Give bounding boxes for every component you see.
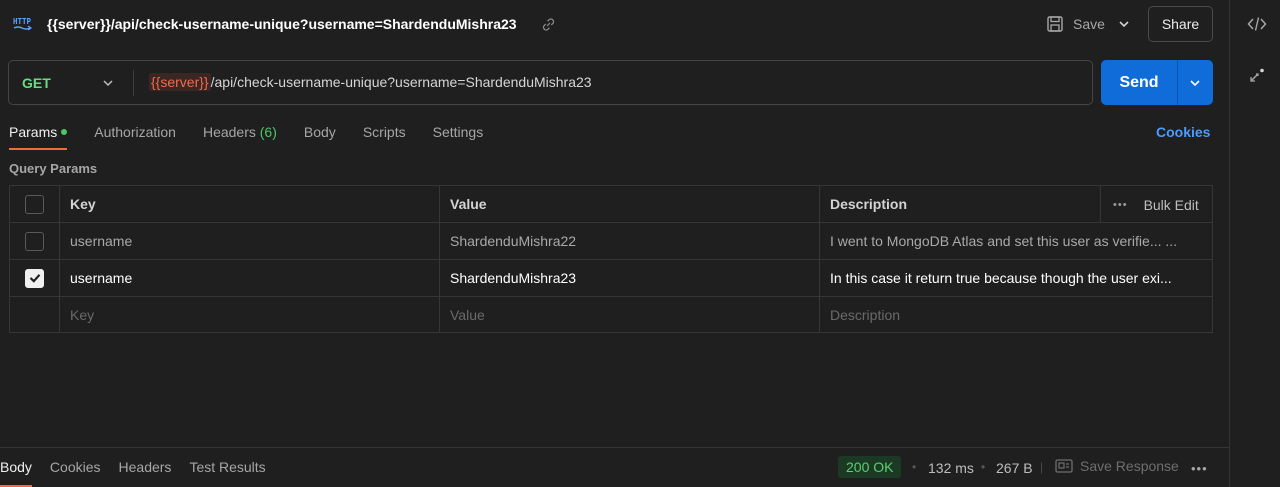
- tab-headers[interactable]: Headers (6): [203, 124, 277, 150]
- tab-authorization[interactable]: Authorization: [94, 124, 176, 150]
- row-checkbox[interactable]: [25, 231, 44, 251]
- select-all-checkbox[interactable]: [25, 194, 44, 214]
- table-row-empty: Key Value Description: [10, 297, 1212, 332]
- active-dot: [61, 129, 68, 135]
- save-button[interactable]: Save: [1046, 14, 1105, 34]
- table-row: username ShardenduMishra23 In this case …: [10, 260, 1212, 297]
- table-row: username ShardenduMishra22 I went to Mon…: [10, 223, 1212, 260]
- separator: •: [912, 460, 917, 474]
- divider: [133, 70, 134, 96]
- chevron-down-icon[interactable]: [1188, 76, 1202, 90]
- column-value: Value: [440, 186, 820, 222]
- save-response-button[interactable]: Save Response: [1055, 458, 1179, 474]
- url-bar: GET {{server}} /api/check-username-uniqu…: [8, 60, 1093, 105]
- response-tab-cookies[interactable]: Cookies: [50, 459, 101, 487]
- response-size[interactable]: 267 B: [996, 460, 1033, 476]
- chevron-down-icon[interactable]: [1117, 17, 1131, 31]
- response-tabs: Body Cookies Headers Test Results: [0, 459, 284, 487]
- divider: [1177, 60, 1178, 105]
- link-icon[interactable]: [541, 17, 556, 32]
- more-icon[interactable]: •••: [1113, 199, 1128, 211]
- row-check-cell: [10, 260, 60, 296]
- chevron-down-icon[interactable]: [102, 77, 114, 89]
- param-value[interactable]: ShardenduMishra22: [440, 223, 820, 259]
- save-icon: [1047, 16, 1063, 32]
- tab-label: Headers: [202, 124, 256, 140]
- tab-scripts[interactable]: Scripts: [363, 124, 406, 150]
- request-tabs: Params Authorization Headers (6) Body Sc…: [9, 124, 510, 150]
- param-key[interactable]: username: [60, 223, 440, 259]
- table-header: Key Value Description ••• Bulk Edit: [10, 186, 1212, 223]
- tab-settings[interactable]: Settings: [433, 124, 484, 150]
- param-value[interactable]: ShardenduMishra23: [440, 260, 820, 296]
- separator: |: [1040, 460, 1044, 474]
- code-icon[interactable]: [1247, 14, 1267, 34]
- key-input[interactable]: Key: [60, 297, 440, 332]
- url-input[interactable]: {{server}} /api/check-username-unique?us…: [149, 73, 592, 91]
- method-select[interactable]: GET: [22, 75, 51, 91]
- share-button[interactable]: Share: [1148, 6, 1213, 42]
- svg-text:HTTP: HTTP: [13, 17, 32, 26]
- bulk-edit-label: Bulk Edit: [1143, 196, 1199, 213]
- select-all-cell: [10, 186, 60, 222]
- row-checkbox[interactable]: [25, 268, 44, 288]
- more-icon[interactable]: •••: [1191, 461, 1208, 476]
- status-badge[interactable]: 200 OK: [838, 456, 902, 478]
- send-button-group: Send: [1101, 60, 1213, 105]
- bulk-edit-button[interactable]: ••• Bulk Edit: [1100, 186, 1212, 223]
- url-variable[interactable]: {{server}}: [149, 73, 211, 91]
- sparkle-icon[interactable]: [1247, 66, 1267, 86]
- http-icon: HTTP: [13, 17, 33, 31]
- response-tab-body[interactable]: Body: [0, 459, 32, 487]
- separator: •: [981, 460, 986, 474]
- save-response-icon: [1055, 459, 1073, 473]
- headers-count: (6): [259, 124, 277, 140]
- param-description[interactable]: I went to MongoDB Atlas and set this use…: [820, 223, 1212, 259]
- query-params-label: Query Params: [9, 161, 98, 176]
- tab-body[interactable]: Body: [304, 124, 336, 150]
- request-header: HTTP {{server}}/api/check-username-uniqu…: [0, 0, 1229, 48]
- response-bar: Body Cookies Headers Test Results 200 OK…: [0, 447, 1229, 487]
- save-label: Save: [1073, 16, 1105, 32]
- description-input[interactable]: Description: [820, 297, 1212, 332]
- main-panel: HTTP {{server}}/api/check-username-uniqu…: [0, 0, 1229, 487]
- response-tab-test-results[interactable]: Test Results: [189, 459, 265, 487]
- response-time[interactable]: 132 ms: [928, 460, 974, 476]
- column-key: Key: [60, 186, 440, 222]
- query-params-table: Key Value Description ••• Bulk Edit user…: [9, 185, 1213, 333]
- url-path: /api/check-username-unique?username=Shar…: [210, 74, 592, 90]
- save-response-label: Save Response: [1080, 458, 1179, 474]
- tab-params[interactable]: Params: [9, 124, 68, 150]
- value-input[interactable]: Value: [440, 297, 820, 332]
- cookies-link[interactable]: Cookies: [1156, 124, 1210, 140]
- request-title[interactable]: {{server}}/api/check-username-unique?use…: [47, 16, 517, 32]
- param-key[interactable]: username: [60, 260, 440, 296]
- param-description[interactable]: In this case it return true because thou…: [820, 260, 1212, 296]
- check-icon: [29, 274, 40, 283]
- tab-label: Params: [9, 124, 58, 140]
- send-button[interactable]: Send: [1101, 60, 1177, 105]
- right-sidebar: [1229, 0, 1280, 487]
- response-tab-headers[interactable]: Headers: [119, 459, 172, 487]
- row-check-cell: [10, 223, 60, 259]
- row-check-cell: [10, 297, 60, 332]
